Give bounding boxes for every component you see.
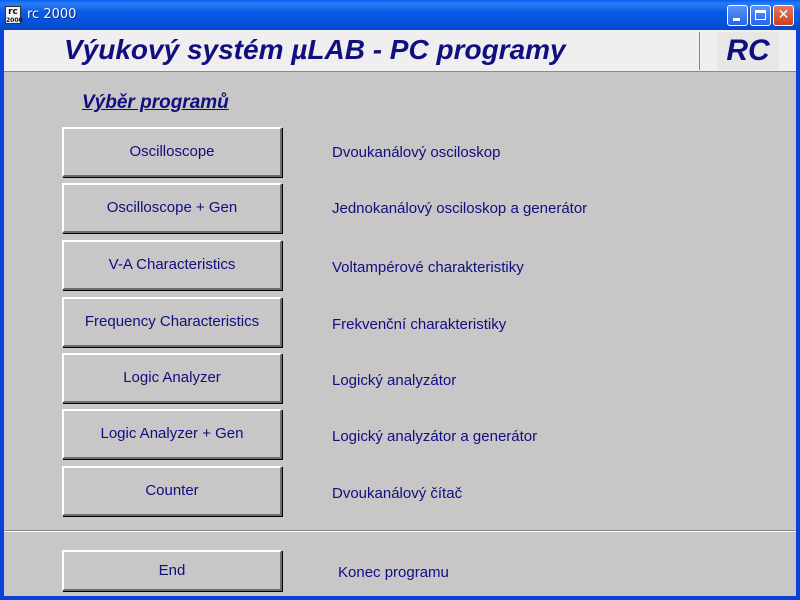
minimize-icon	[733, 18, 740, 21]
close-icon: ✕	[777, 7, 790, 23]
maximize-button[interactable]	[750, 5, 771, 26]
app-icon[interactable]: rc 2000	[5, 6, 23, 24]
section-title: Výběr programů	[82, 92, 229, 113]
window-title: rc 2000	[27, 7, 77, 22]
header-divider	[699, 32, 700, 70]
logic-analyzer-gen-button[interactable]: Logic Analyzer + Gen	[62, 409, 282, 459]
section-divider	[4, 530, 796, 532]
frequency-characteristics-button[interactable]: Frequency Characteristics	[62, 297, 282, 347]
logic-analyzer-gen-description: Logický analyzátor a generátor	[332, 428, 538, 445]
title-bar[interactable]: rc 2000 rc 2000 ✕	[0, 0, 800, 30]
page-title: Výukový systém µLAB - PC programy	[64, 34, 566, 65]
oscilloscope-button[interactable]: Oscilloscope	[62, 127, 282, 177]
end-button[interactable]: End	[62, 550, 282, 591]
close-button[interactable]: ✕	[773, 5, 794, 26]
app-window: rc 2000 rc 2000 ✕ Výukový systém µLAB - …	[0, 0, 800, 600]
logic-analyzer-description: Logický analyzátor	[332, 372, 457, 389]
app-icon-line1: rc	[8, 7, 18, 17]
va-characteristics-button[interactable]: V-A Characteristics	[62, 240, 282, 290]
counter-button[interactable]: Counter	[62, 466, 282, 516]
rc-logo: RC	[717, 32, 779, 70]
oscilloscope-gen-button[interactable]: Oscilloscope + Gen	[62, 183, 282, 233]
maximize-icon	[755, 10, 766, 20]
va-characteristics-description: Voltampérové charakteristiky	[332, 259, 524, 276]
app-icon-line2: 2000	[6, 17, 23, 24]
oscilloscope-description: Dvoukanálový osciloskop	[332, 144, 501, 161]
logic-analyzer-button[interactable]: Logic Analyzer	[62, 353, 282, 403]
counter-description: Dvoukanálový čítač	[332, 485, 463, 502]
minimize-button[interactable]	[727, 5, 748, 26]
frequency-characteristics-description: Frekvenční charakteristiky	[332, 316, 507, 333]
oscilloscope-gen-description: Jednokanálový osciloskop a generátor	[332, 200, 588, 217]
end-description: Konec programu	[338, 564, 449, 581]
header-banner: Výukový systém µLAB - PC programy RC	[4, 30, 796, 72]
